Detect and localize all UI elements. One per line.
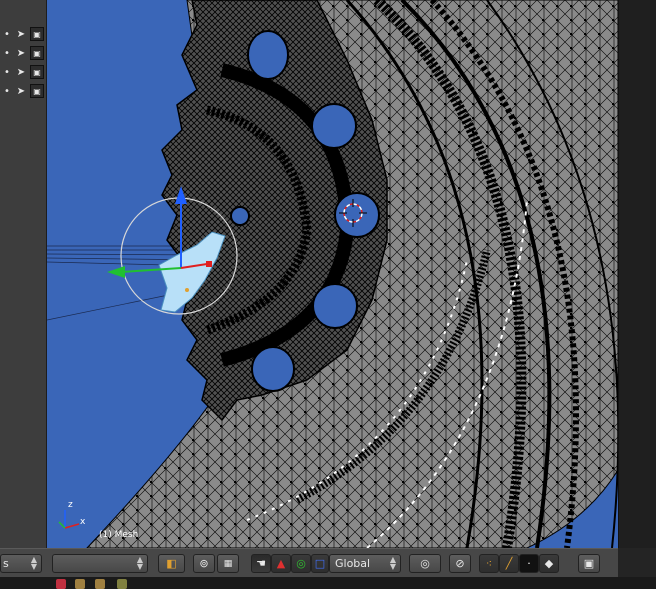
cursor-arrow-icon[interactable]: ➤	[14, 46, 28, 60]
selectable-dot-icon[interactable]: •	[0, 46, 14, 60]
outliner-row[interactable]: • ➤ ▣	[0, 26, 46, 43]
proportional-edit-icon[interactable]: ◎	[409, 554, 441, 573]
header-right-edge	[618, 548, 656, 577]
vertex-select-icon[interactable]: ⁖	[479, 554, 499, 573]
outliner-panel: • ➤ ▣ • ➤ ▣ • ➤ ▣ • ➤ ▣	[0, 0, 47, 548]
selector-arrows-icon: ▲ ▼	[136, 555, 143, 571]
viewport-canvas[interactable]	[47, 0, 618, 548]
outliner-row[interactable]: • ➤ ▣	[0, 45, 46, 62]
transform-orientation-select[interactable]: Global ▲ ▼	[329, 554, 401, 573]
3d-viewport[interactable]: z x (1) Mesh	[47, 0, 618, 548]
editor-menu-selector[interactable]: ▲ ▼	[52, 554, 148, 573]
record-icon[interactable]	[56, 579, 66, 589]
selector-arrows-icon: ▲ ▼	[30, 555, 37, 571]
cursor-arrow-icon[interactable]: ➤	[14, 27, 28, 41]
axis-x-label: x	[80, 517, 86, 527]
object-mode-icon[interactable]: ◧	[158, 554, 185, 573]
snap-icon[interactable]: ⊘	[449, 554, 471, 573]
keyframe-icon[interactable]	[75, 579, 85, 589]
render-icon[interactable]: ▣	[30, 27, 44, 41]
rotate-icon[interactable]: ◎	[291, 554, 311, 573]
bottom-header-strip	[0, 577, 656, 589]
render-icon[interactable]: ▣	[30, 84, 44, 98]
edge-select-icon[interactable]: ╱	[499, 554, 519, 573]
translate-icon[interactable]: ▲	[271, 554, 291, 573]
selector-arrows-icon: ▲ ▼	[389, 555, 396, 571]
occlude-icon[interactable]: ◆	[539, 554, 559, 573]
render-icon[interactable]: ▣	[30, 46, 44, 60]
selectable-dot-icon[interactable]: •	[0, 65, 14, 79]
keyframe-icon[interactable]	[95, 579, 105, 589]
keyframe-icon[interactable]	[117, 579, 127, 589]
left-selector[interactable]: s ▲ ▼	[0, 554, 42, 573]
face-select-icon[interactable]: ·	[519, 554, 539, 573]
pivot-icon[interactable]: ⊚	[193, 554, 215, 573]
hand-icon[interactable]: ☚	[251, 554, 271, 573]
viewport-header: s ▲ ▼ ▲ ▼ ◧ ⊚ ▦ ☚ ▲ ◎ □ Global ▲ ▼ ◎ ⊘ ⁖ ╱ …	[0, 548, 618, 577]
active-object-label: (1) Mesh	[99, 530, 139, 540]
scale-icon[interactable]: □	[311, 554, 329, 573]
render-preview-icon[interactable]: ▣	[578, 554, 600, 573]
outliner-row[interactable]: • ➤ ▣	[0, 64, 46, 81]
outliner-row[interactable]: • ➤ ▣	[0, 83, 46, 100]
layers-icon[interactable]: ▦	[217, 554, 239, 573]
cursor-arrow-icon[interactable]: ➤	[14, 84, 28, 98]
axis-z-label: z	[68, 500, 73, 510]
selectable-dot-icon[interactable]: •	[0, 84, 14, 98]
cursor-arrow-icon[interactable]: ➤	[14, 65, 28, 79]
selectable-dot-icon[interactable]: •	[0, 27, 14, 41]
render-icon[interactable]: ▣	[30, 65, 44, 79]
right-panel-edge	[618, 0, 656, 548]
